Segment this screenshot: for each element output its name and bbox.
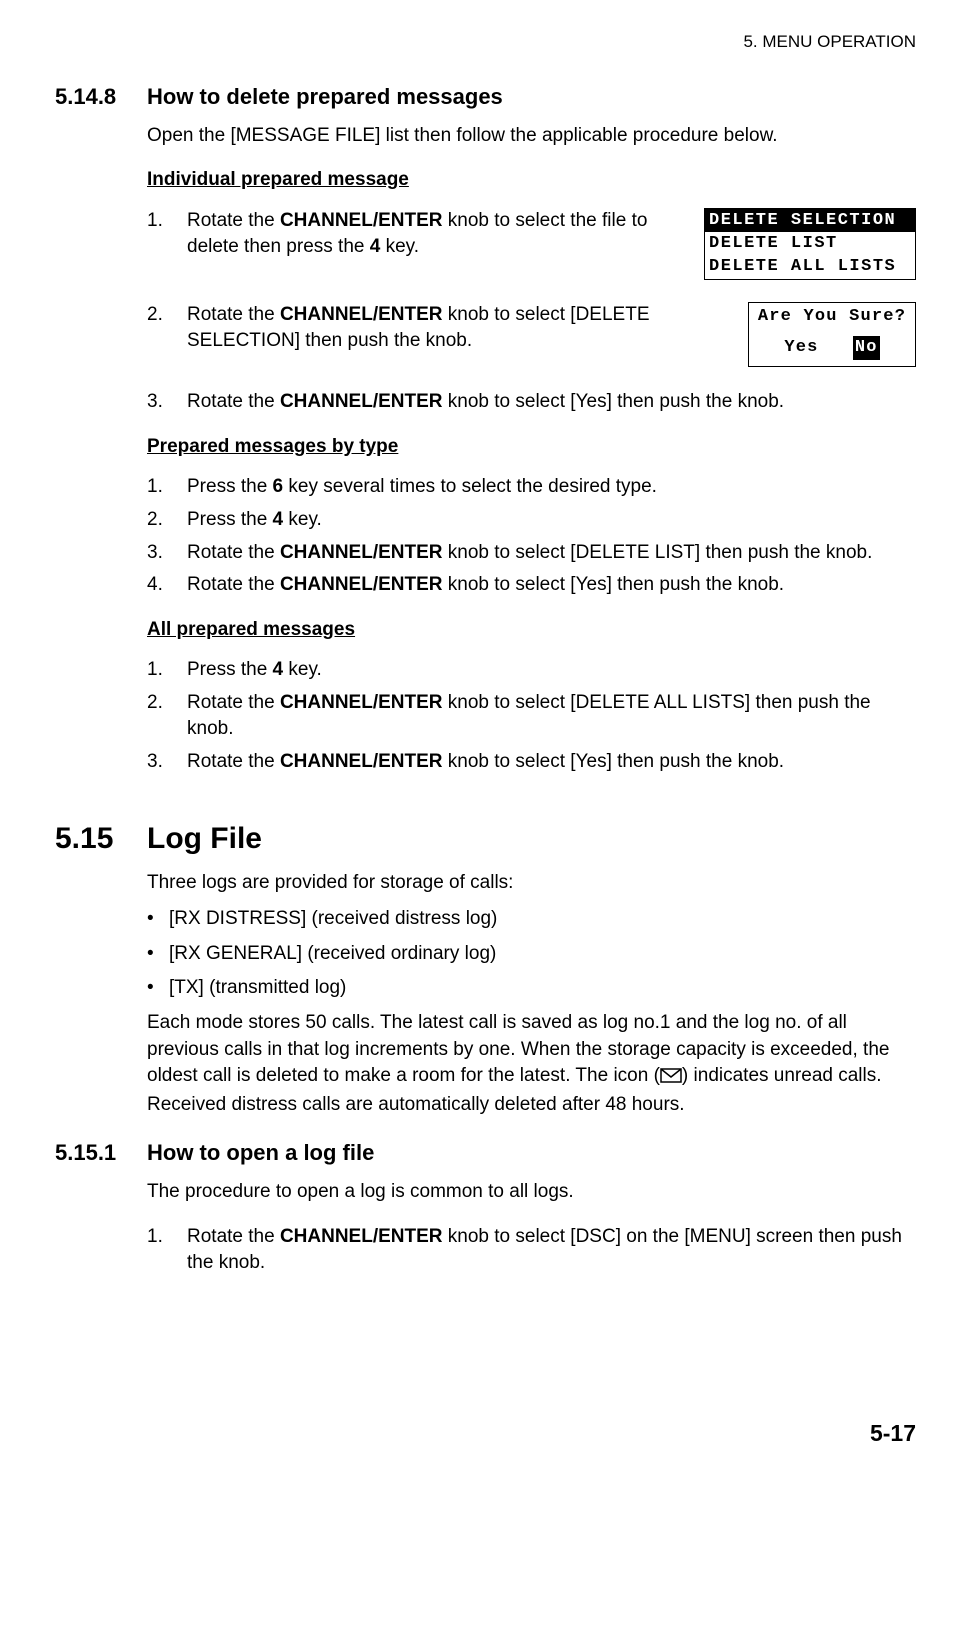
step-number: 3. xyxy=(147,540,187,567)
bullet-tx: • [TX] (transmitted log) xyxy=(147,975,916,1002)
lcd-confirm-question: Are You Sure? xyxy=(754,305,910,329)
section-title: How to open a log file xyxy=(147,1138,374,1169)
step-number: 4. xyxy=(147,572,187,599)
lcd-delete-selection: DELETE SELECTION xyxy=(705,209,915,232)
section-5-15-1-heading: 5.15.1 How to open a log file xyxy=(55,1138,916,1169)
step-text: Rotate the CHANNEL/ENTER knob to select … xyxy=(187,208,694,261)
lcd-delete-menu: DELETE SELECTION DELETE LIST DELETE ALL … xyxy=(704,208,916,280)
step-1: 1. Press the 6 key several times to sele… xyxy=(147,474,916,501)
section-title: How to delete prepared messages xyxy=(147,82,503,113)
step-4: 4. Rotate the CHANNEL/ENTER knob to sele… xyxy=(147,572,916,599)
lcd-no: No xyxy=(853,336,880,360)
step-number: 2. xyxy=(147,507,187,534)
step-1: 1. Rotate the CHANNEL/ENTER knob to sele… xyxy=(147,208,694,261)
section-title: Log File xyxy=(147,818,262,860)
step-text: Rotate the CHANNEL/ENTER knob to select … xyxy=(187,690,916,743)
step-text: Rotate the CHANNEL/ENTER knob to select … xyxy=(187,540,916,567)
page-number: 5-17 xyxy=(55,1417,916,1449)
step-text: Press the 6 key several times to select … xyxy=(187,474,916,501)
lcd-delete-all-lists: DELETE ALL LISTS xyxy=(705,255,915,278)
bullet-rx-distress: • [RX DISTRESS] (received distress log) xyxy=(147,906,916,933)
bullet-text: [RX DISTRESS] (received distress log) xyxy=(169,906,497,933)
bullet-rx-general: • [RX GENERAL] (received ordinary log) xyxy=(147,941,916,968)
step-1: 1. Rotate the CHANNEL/ENTER knob to sele… xyxy=(147,1224,916,1277)
step-text: Rotate the CHANNEL/ENTER knob to select … xyxy=(187,749,916,776)
bullet-text: [RX GENERAL] (received ordinary log) xyxy=(169,941,496,968)
step-number: 1. xyxy=(147,1224,187,1277)
step-2: 2. Rotate the CHANNEL/ENTER knob to sele… xyxy=(147,690,916,743)
step-number: 1. xyxy=(147,208,187,261)
bullet-marker: • xyxy=(147,975,169,1002)
lcd-yes: Yes xyxy=(784,338,818,357)
step-2: 2. Press the 4 key. xyxy=(147,507,916,534)
step-text: Rotate the CHANNEL/ENTER knob to select … xyxy=(187,1224,916,1277)
section-number: 5.14.8 xyxy=(55,82,147,113)
bullet-text: [TX] (transmitted log) xyxy=(169,975,346,1002)
step-3: 3. Rotate the CHANNEL/ENTER knob to sele… xyxy=(147,749,916,776)
subheading-individual: Individual prepared message xyxy=(147,167,916,194)
step-text: Rotate the CHANNEL/ENTER knob to select … xyxy=(187,389,916,416)
step-3: 3. Rotate the CHANNEL/ENTER knob to sele… xyxy=(147,540,916,567)
envelope-icon xyxy=(660,1065,682,1092)
section-number: 5.15.1 xyxy=(55,1138,147,1169)
step-number: 1. xyxy=(147,657,187,684)
subheading-all-prepared: All prepared messages xyxy=(147,617,916,644)
step-number: 2. xyxy=(147,690,187,743)
step-text: Press the 4 key. xyxy=(187,507,916,534)
lcd-confirm-dialog: Are You Sure? Yes No xyxy=(748,302,916,368)
step-2: 2. Rotate the CHANNEL/ENTER knob to sele… xyxy=(147,302,738,355)
step-text: Rotate the CHANNEL/ENTER knob to select … xyxy=(187,302,738,355)
section-5-14-8-heading: 5.14.8 How to delete prepared messages xyxy=(55,82,916,113)
logfile-intro: Three logs are provided for storage of c… xyxy=(147,870,916,897)
step-text: Rotate the CHANNEL/ENTER knob to select … xyxy=(187,572,916,599)
section-5-15-heading: 5.15 Log File xyxy=(55,818,916,860)
lcd-confirm-options: Yes No xyxy=(754,336,910,360)
subheading-by-type: Prepared messages by type xyxy=(147,434,916,461)
open-log-intro: The procedure to open a log is common to… xyxy=(147,1179,916,1206)
step-number: 3. xyxy=(147,389,187,416)
page-header-chapter: 5. MENU OPERATION xyxy=(55,30,916,54)
step-text: Press the 4 key. xyxy=(187,657,916,684)
section-intro: Open the [MESSAGE FILE] list then follow… xyxy=(147,123,916,150)
step-3: 3. Rotate the CHANNEL/ENTER knob to sele… xyxy=(147,389,916,416)
bullet-marker: • xyxy=(147,941,169,968)
lcd-delete-list: DELETE LIST xyxy=(705,232,915,255)
section-number: 5.15 xyxy=(55,818,147,860)
logfile-paragraph: Each mode stores 50 calls. The latest ca… xyxy=(147,1010,916,1118)
bullet-marker: • xyxy=(147,906,169,933)
step-number: 1. xyxy=(147,474,187,501)
step-number: 2. xyxy=(147,302,187,355)
step-1: 1. Press the 4 key. xyxy=(147,657,916,684)
step-number: 3. xyxy=(147,749,187,776)
